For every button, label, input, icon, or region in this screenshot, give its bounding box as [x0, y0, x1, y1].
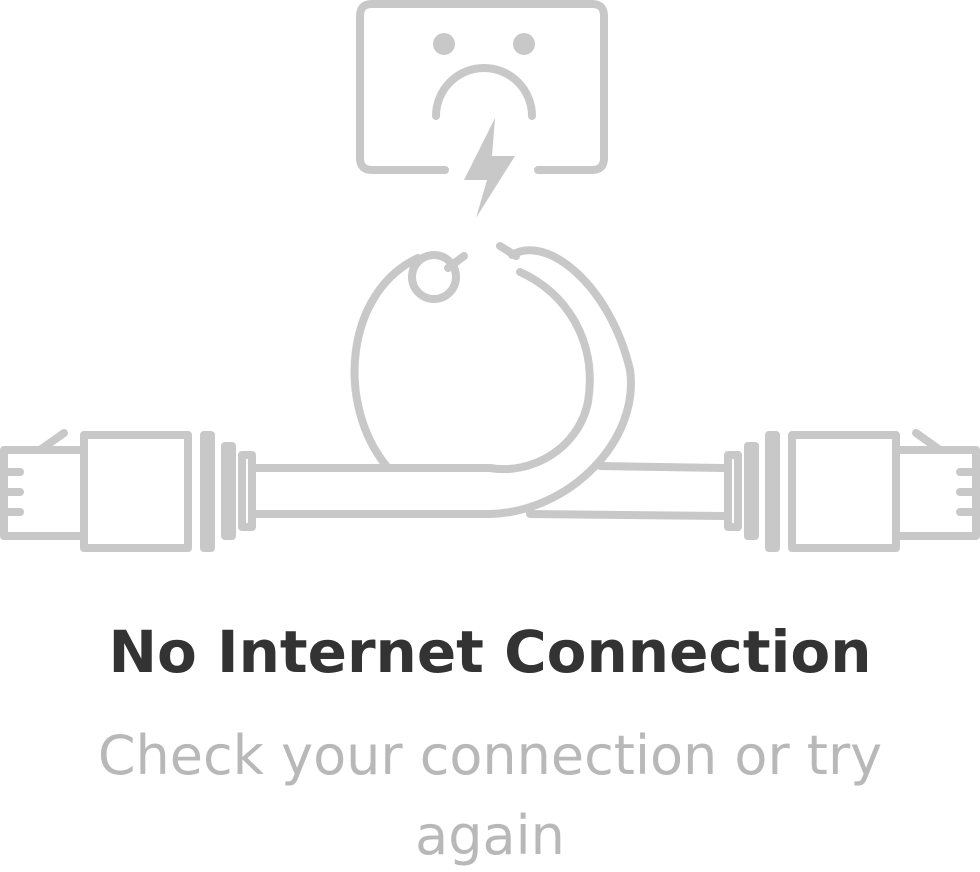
right-ethernet-plug-icon: [724, 429, 980, 552]
no-connection-screen: No Internet Connection Check your connec…: [0, 0, 980, 872]
lightning-bolt-icon: [464, 118, 515, 218]
sad-face-left-eye: [433, 33, 455, 55]
error-message: Check your connection or try again: [97, 724, 883, 867]
left-ethernet-plug-icon: [0, 429, 256, 552]
cable-loop: [350, 242, 635, 518]
cable-line: [252, 462, 728, 520]
error-title: No Internet Connection: [108, 618, 872, 686]
disconnected-cable-sad-outlet-icon: [0, 0, 980, 552]
sad-face-right-eye: [513, 33, 535, 55]
